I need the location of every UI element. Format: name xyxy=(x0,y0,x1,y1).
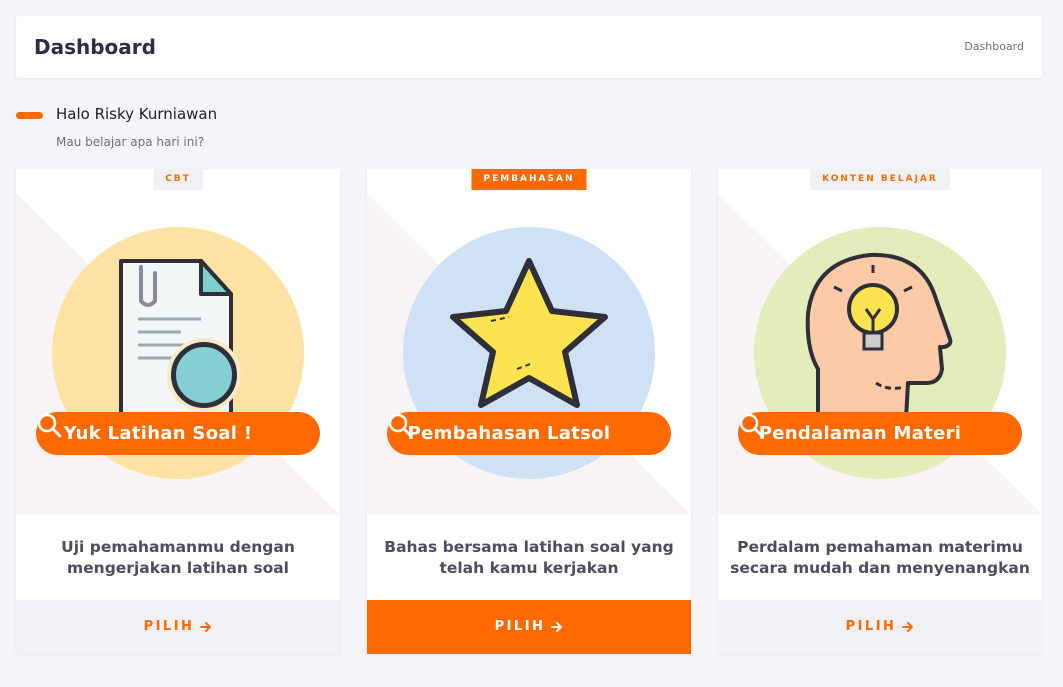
arrow-right-icon xyxy=(551,621,563,632)
pilih-button-label: PILIH xyxy=(494,619,546,634)
head-lightbulb-icon xyxy=(805,252,953,421)
greeting-accent-bar xyxy=(16,112,43,119)
card-description: Bahas bersama latihan soal yang telah ka… xyxy=(384,538,674,577)
pilih-button-label: PILIH xyxy=(143,619,195,634)
greeting-title: Halo Risky Kurniawan xyxy=(56,105,218,123)
card-banner-text: Pendalaman Materi xyxy=(758,423,962,444)
card-banner: Pembahasan Latsol xyxy=(387,412,671,455)
card-illustration: KONTEN BELAJAR Pendalaman Materi xyxy=(718,169,1042,515)
card-tag: KONTEN BELAJAR xyxy=(810,169,950,190)
greeting-subtitle: Mau belajar apa hari ini? xyxy=(56,135,205,149)
pilih-button-label: PILIH xyxy=(845,619,897,634)
card-banner: Yuk Latihan Soal ! xyxy=(36,412,320,455)
page-title: Dashboard xyxy=(34,35,156,59)
card-illustration: CBT Yuk Latihan Soal ! xyxy=(16,169,340,515)
card-banner: Pendalaman Materi xyxy=(738,412,1022,455)
card-banner-text: Yuk Latihan Soal ! xyxy=(63,423,253,444)
card-konten-belajar[interactable]: KONTEN BELAJAR Pendalaman Materi Perdala… xyxy=(718,169,1042,654)
pilih-button[interactable]: PILIH xyxy=(367,600,691,654)
card-tag: PEMBAHASAN xyxy=(471,169,587,190)
arrow-right-icon xyxy=(902,621,914,632)
breadcrumb[interactable]: Dashboard xyxy=(964,40,1024,53)
arrow-right-icon xyxy=(200,621,212,632)
card-illustration: PEMBAHASAN Pembahasan Latsol xyxy=(367,169,691,515)
document-magnifier-icon xyxy=(119,259,241,416)
card-description: Perdalam pemahaman materimu secara mudah… xyxy=(730,538,1030,577)
card-description: Uji pemahamanmu dengan mengerjakan latih… xyxy=(61,538,295,577)
page-header: Dashboard Dashboard xyxy=(16,16,1042,78)
star-icon xyxy=(450,258,608,408)
card-tag: CBT xyxy=(153,169,203,190)
card-cbt[interactable]: CBT Yuk Latihan Soal ! Uji pemahamanmu d… xyxy=(16,169,340,654)
pilih-button[interactable]: PILIH xyxy=(16,600,340,654)
search-icon xyxy=(37,413,62,438)
card-banner-text: Pembahasan Latsol xyxy=(407,423,611,444)
card-pembahasan[interactable]: PEMBAHASAN Pembahasan Latsol Bahas bersa… xyxy=(367,169,691,654)
pilih-button[interactable]: PILIH xyxy=(718,600,1042,654)
search-icon xyxy=(388,413,413,438)
search-icon xyxy=(739,413,764,438)
